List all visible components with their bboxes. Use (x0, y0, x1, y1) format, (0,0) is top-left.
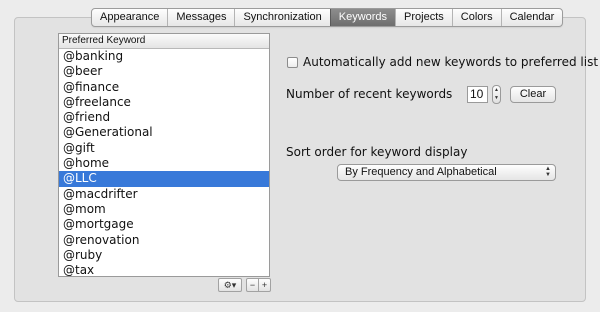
list-item[interactable]: @ruby (59, 248, 269, 263)
list-item[interactable]: @freelance (59, 95, 269, 110)
list-item[interactable]: @mortgage (59, 217, 269, 232)
auto-add-label: Automatically add new keywords to prefer… (303, 55, 599, 69)
list-item[interactable]: @banking (59, 49, 269, 64)
select-arrows-icon: ▲ ▼ (545, 166, 551, 178)
remove-keyword-button[interactable]: − (246, 278, 259, 292)
list-item[interactable]: @macdrifter (59, 187, 269, 202)
auto-add-option[interactable]: Automatically add new keywords to prefer… (287, 55, 598, 69)
add-remove-control: − + (246, 278, 271, 292)
list-item[interactable]: @renovation (59, 233, 269, 248)
list-item-selected[interactable]: @LLC (59, 171, 269, 187)
stepper-down-icon[interactable]: ▼ (493, 94, 500, 102)
tab-colors[interactable]: Colors (451, 9, 501, 26)
list-item[interactable]: @beer (59, 64, 269, 79)
list-item[interactable]: @mom (59, 202, 269, 217)
tab-synchronization[interactable]: Synchronization (234, 9, 329, 26)
tab-keywords[interactable]: Keywords (329, 9, 396, 26)
list-item[interactable]: @tax (59, 263, 269, 276)
gear-menu-button[interactable]: ⚙▾ (218, 278, 242, 292)
recent-keywords-stepper[interactable]: ▲ ▼ (492, 85, 501, 104)
recent-keywords-label: Number of recent keywords (286, 87, 453, 101)
recent-keywords-field[interactable]: 10 (467, 86, 488, 103)
clear-button[interactable]: Clear (510, 86, 556, 103)
preferred-keyword-list[interactable]: Preferred Keyword @banking @beer @financ… (58, 33, 270, 277)
sort-order-value: By Frequency and Alphabetical (345, 166, 497, 178)
preferences-tab-bar: Appearance Messages Synchronization Keyw… (91, 8, 564, 27)
tab-projects[interactable]: Projects (395, 9, 452, 26)
auto-add-checkbox[interactable] (287, 56, 298, 68)
list-item[interactable]: @friend (59, 110, 269, 125)
list-item[interactable]: @gift (59, 141, 269, 156)
sort-order-label: Sort order for keyword display (286, 145, 468, 159)
list-column-header[interactable]: Preferred Keyword (59, 34, 269, 49)
gear-icon: ⚙▾ (223, 280, 237, 290)
stepper-up-icon[interactable]: ▲ (493, 86, 500, 94)
list-toolbar: ⚙▾ − + (218, 278, 271, 292)
list-item[interactable]: @finance (59, 80, 269, 95)
list-item[interactable]: @Generational (59, 125, 269, 140)
tab-calendar[interactable]: Calendar (500, 9, 563, 26)
sort-order-select[interactable]: By Frequency and Alphabetical ▲ ▼ (337, 164, 556, 181)
tab-appearance[interactable]: Appearance (92, 9, 167, 26)
list-item[interactable]: @home (59, 156, 269, 171)
add-keyword-button[interactable]: + (259, 278, 271, 292)
tab-messages[interactable]: Messages (167, 9, 234, 26)
